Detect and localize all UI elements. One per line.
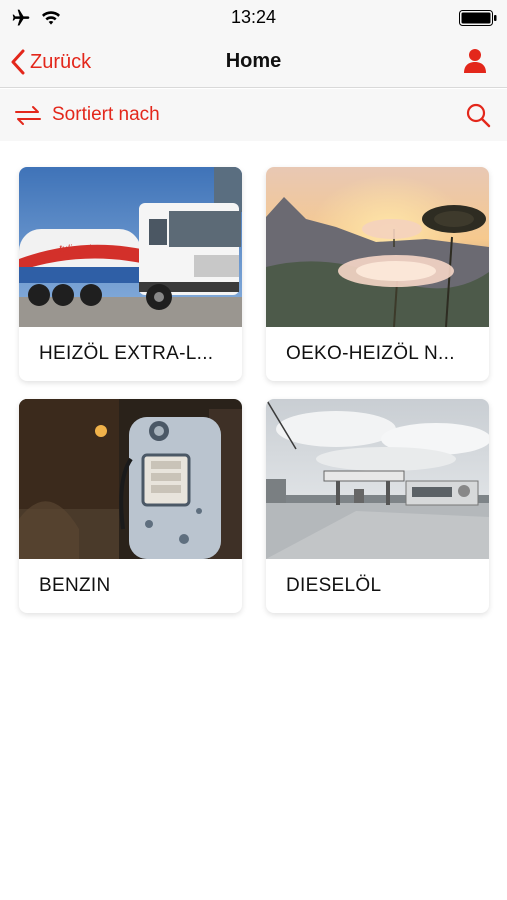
product-label: BENZIN: [39, 575, 111, 596]
tanker-truck-photo: tulingol: [19, 167, 242, 327]
sort-bar: Sortiert nach: [0, 89, 507, 141]
product-card[interactable]: BENZIN: [19, 399, 242, 613]
search-icon[interactable]: [465, 102, 491, 128]
product-label: HEIZÖL EXTRA-L...: [39, 343, 214, 364]
svg-text:tulingol: tulingol: [59, 244, 91, 255]
status-time: 13:24: [230, 7, 277, 27]
sort-button[interactable]: Sortiert nach: [14, 101, 160, 129]
product-grid: tulingol HEIZÖL EXTRA-L... OEKO-HEIZÖL N…: [19, 167, 489, 613]
product-card[interactable]: DIESELÖL: [266, 399, 489, 613]
back-button[interactable]: Zurück: [10, 46, 91, 78]
product-card[interactable]: tulingol HEIZÖL EXTRA-L...: [19, 167, 242, 381]
navigation-bar: Zurück Home: [0, 36, 507, 88]
chevron-left-icon: [11, 49, 25, 75]
swap-arrows-icon: [15, 106, 41, 125]
user-icon[interactable]: [461, 47, 489, 75]
product-label: OEKO-HEIZÖL N...: [286, 343, 455, 364]
product-label: DIESELÖL: [286, 575, 382, 596]
gas-station-photo: [266, 399, 489, 559]
sunset-flowers-photo: [266, 167, 489, 327]
product-card[interactable]: OEKO-HEIZÖL N...: [266, 167, 489, 381]
back-button-label: Zurück: [30, 50, 92, 73]
sort-button-label: Sortiert nach: [52, 104, 160, 125]
old-fuel-pump-photo: [19, 399, 242, 559]
status-bar: 13:24: [0, 0, 507, 36]
battery-icon: [459, 10, 497, 26]
